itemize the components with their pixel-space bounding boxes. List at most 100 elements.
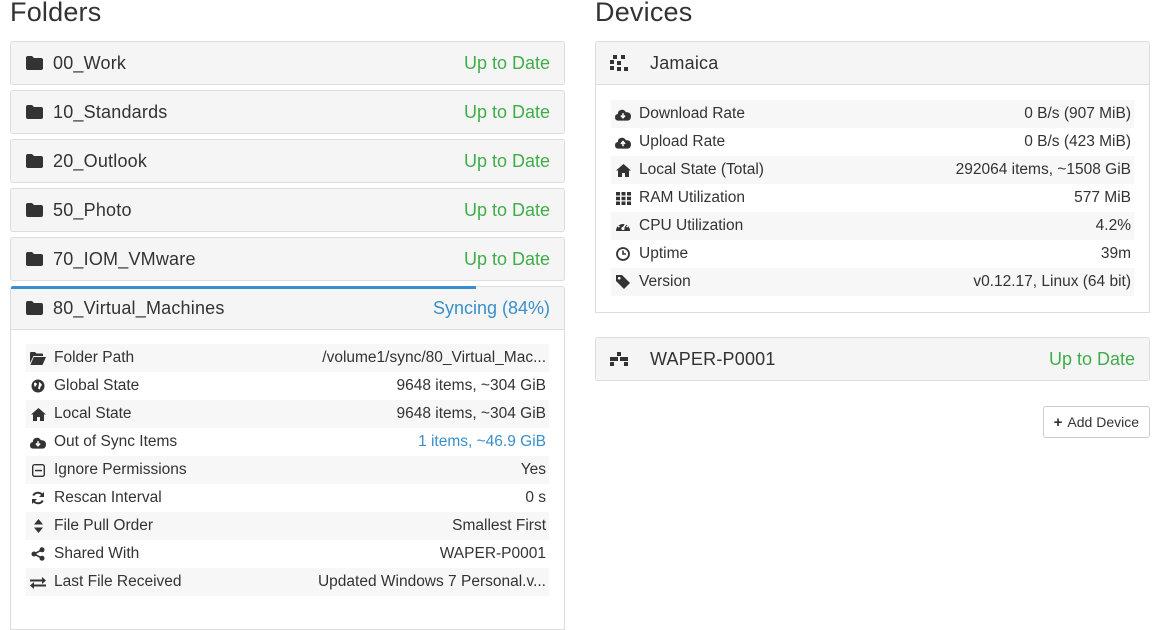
- detail-row-rescan-interval: Rescan Interval 0 s: [26, 484, 549, 512]
- device-name: Jamaica: [650, 52, 719, 73]
- detail-value: 0 s: [525, 489, 546, 506]
- share-icon: [30, 546, 46, 562]
- detail-value: v0.12.17, Linux (64 bit): [973, 273, 1131, 290]
- folders-heading: Folders: [10, 0, 102, 27]
- folder-panel-10-standards[interactable]: 10_Standards Up to Date: [10, 90, 565, 134]
- detail-row-upload-rate: Upload Rate 0 B/s (423 MiB): [611, 128, 1134, 156]
- detail-row-last-file-received: Last File Received Updated Windows 7 Per…: [26, 568, 549, 596]
- folder-name: 00_Work: [53, 52, 127, 73]
- detail-label: File Pull Order: [54, 517, 154, 534]
- device-panel-remote[interactable]: WAPER-P0001 Up to Date: [595, 337, 1150, 381]
- globe-icon: [30, 378, 46, 394]
- detail-label: RAM Utilization: [639, 189, 745, 206]
- cloud-upload-icon: [615, 134, 631, 150]
- device-name: WAPER-P0001: [650, 348, 776, 369]
- home-icon: [615, 162, 631, 178]
- local-device-details: Download Rate 0 B/s (907 MiB) Upload Rat…: [595, 85, 1150, 313]
- folder-name: 20_Outlook: [53, 150, 148, 171]
- tag-icon: [615, 274, 631, 290]
- detail-row-file-pull-order: File Pull Order Smallest First: [26, 512, 549, 540]
- detail-row-version: Version v0.12.17, Linux (64 bit): [611, 268, 1134, 296]
- detail-label: Local State: [54, 405, 132, 422]
- folder-status: Up to Date: [463, 199, 550, 220]
- detail-label: CPU Utilization: [639, 217, 744, 234]
- detail-value: Smallest First: [452, 517, 546, 534]
- out-of-sync-link[interactable]: 1 items, ~46.9 GiB: [418, 433, 546, 451]
- folder-panel-20-outlook[interactable]: 20_Outlook Up to Date: [10, 139, 565, 183]
- detail-value: 9648 items, ~304 GiB: [396, 377, 547, 394]
- detail-label: Local State (Total): [639, 161, 764, 178]
- folder-panel-50-photo[interactable]: 50_Photo Up to Date: [10, 188, 565, 232]
- folder-icon: [25, 250, 43, 268]
- detail-label: Upload Rate: [639, 133, 726, 150]
- folder-name: 70_IOM_VMware: [53, 248, 196, 269]
- detail-row-cpu-utilization: CPU Utilization 4.2%: [611, 212, 1134, 240]
- detail-row-shared-with: Shared With WAPER-P0001: [26, 540, 549, 568]
- detail-row-uptime: Uptime 39m: [611, 240, 1134, 268]
- detail-label: Global State: [54, 377, 140, 394]
- detail-value: 0 B/s (423 MiB): [1024, 133, 1131, 150]
- folder-panel-00-work[interactable]: 00_Work Up to Date: [10, 41, 565, 85]
- detail-label: Shared With: [54, 545, 140, 562]
- add-device-button[interactable]: + Add Device: [1042, 406, 1150, 438]
- folder-icon: [25, 201, 43, 219]
- refresh-icon: [30, 490, 46, 506]
- device-status: Up to Date: [1048, 348, 1135, 369]
- detail-value: /volume1/sync/80_Virtual_Mac...: [322, 349, 546, 366]
- detail-row-folder-path: Folder Path /volume1/sync/80_Virtual_Mac…: [26, 344, 549, 372]
- folder-panel-70-iom-vmware[interactable]: 70_IOM_VMware Up to Date: [10, 237, 565, 281]
- folder-icon: [25, 299, 43, 317]
- sync-progress-bar: [11, 286, 476, 289]
- local-device-header[interactable]: Jamaica: [595, 41, 1150, 85]
- detail-label: Folder Path: [54, 349, 135, 366]
- detail-row-out-of-sync: Out of Sync Items 1 items, ~46.9 GiB: [26, 428, 549, 456]
- detail-row-global-state: Global State 9648 items, ~304 GiB: [26, 372, 549, 400]
- devices-column: Devices Jamaica Download Rate 0 B/s (907…: [595, 0, 1150, 612]
- detail-value: 9648 items, ~304 GiB: [396, 405, 547, 422]
- folder-status: Up to Date: [463, 101, 550, 122]
- folder-status: Up to Date: [463, 52, 550, 73]
- detail-label: Rescan Interval: [54, 489, 162, 506]
- detail-value: Yes: [520, 461, 546, 478]
- folder-name: 80_Virtual_Machines: [53, 297, 225, 318]
- detail-row-local-state: Local State 9648 items, ~304 GiB: [26, 400, 549, 428]
- detail-value: 577 MiB: [1074, 189, 1131, 206]
- folder-details: Folder Path /volume1/sync/80_Virtual_Mac…: [10, 330, 565, 630]
- add-device-label: Add Device: [1067, 414, 1139, 430]
- folder-icon: [25, 54, 43, 72]
- folder-status: Syncing (84%): [432, 297, 550, 318]
- detail-value: 292064 items, ~1508 GiB: [955, 161, 1131, 178]
- detail-label: Uptime: [639, 245, 689, 262]
- home-icon: [30, 406, 46, 422]
- detail-value: 39m: [1100, 245, 1131, 262]
- folder-name: 10_Standards: [53, 101, 168, 122]
- cloud-download-icon: [615, 106, 631, 122]
- cloud-download-icon: [30, 434, 46, 450]
- plus-icon: +: [1053, 413, 1063, 431]
- detail-row-download-rate: Download Rate 0 B/s (907 MiB): [611, 100, 1134, 128]
- detail-label: Out of Sync Items: [54, 433, 178, 450]
- device-identicon-icon: [610, 54, 628, 72]
- sort-icon: [30, 518, 46, 534]
- expanded-folder-header[interactable]: 80_Virtual_Machines Syncing (84%): [10, 286, 565, 330]
- detail-value: WAPER-P0001: [439, 545, 546, 562]
- detail-value: Updated Windows 7 Personal.v...: [317, 573, 546, 590]
- folder-icon: [25, 152, 43, 170]
- detail-value: 4.2%: [1095, 217, 1131, 234]
- detail-row-ignore-permissions: Ignore Permissions Yes: [26, 456, 549, 484]
- detail-row-ram-utilization: RAM Utilization 577 MiB: [611, 184, 1134, 212]
- detail-label: Last File Received: [54, 573, 182, 590]
- detail-label: Download Rate: [639, 105, 745, 122]
- detail-label: Version: [639, 273, 691, 290]
- detail-value: 0 B/s (907 MiB): [1024, 105, 1131, 122]
- exchange-icon: [30, 574, 46, 590]
- folder-open-icon: [30, 350, 46, 366]
- device-identicon-icon: [610, 350, 628, 368]
- detail-label: Ignore Permissions: [54, 461, 187, 478]
- device-panel-local: Jamaica Download Rate 0 B/s (907 MiB) Up…: [595, 41, 1150, 313]
- minus-square-icon: [30, 462, 46, 478]
- devices-heading: Devices: [595, 0, 693, 27]
- dashboard-icon: [615, 218, 631, 234]
- folder-status: Up to Date: [463, 248, 550, 269]
- clock-icon: [615, 246, 631, 262]
